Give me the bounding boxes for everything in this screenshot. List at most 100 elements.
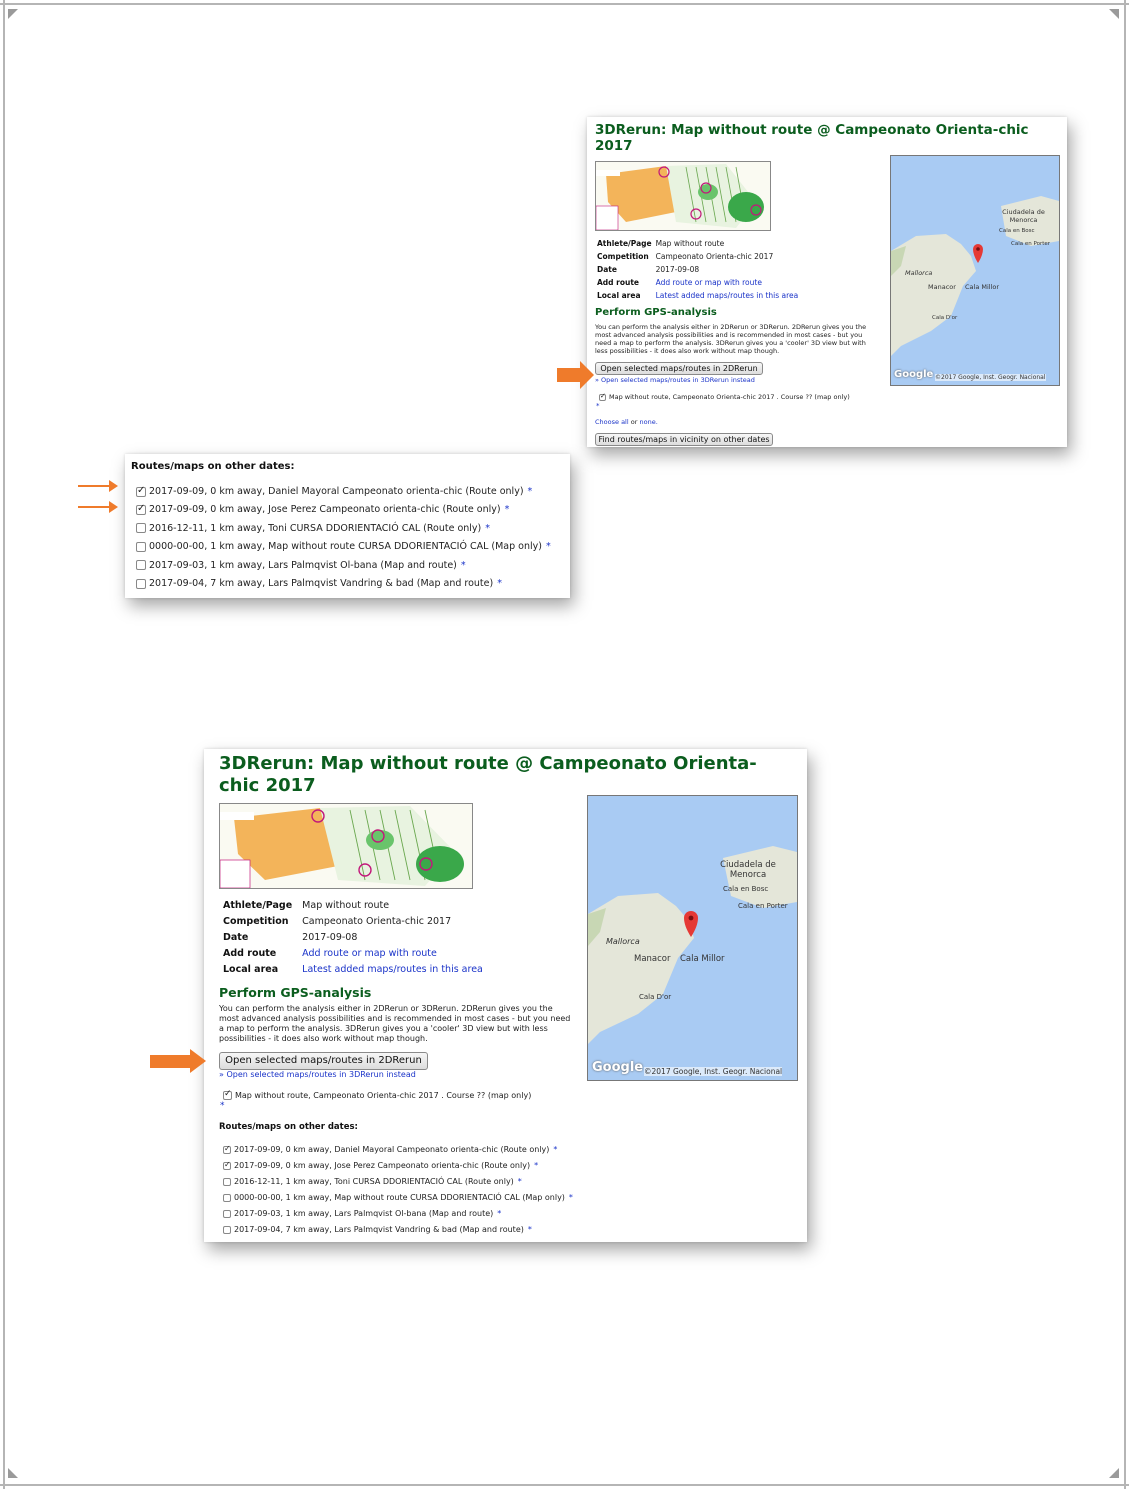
info-value: Add route or map with route xyxy=(656,276,799,289)
choose-none-link[interactable]: none. xyxy=(639,418,657,426)
route-star-link[interactable]: * xyxy=(553,1145,557,1154)
route-item[interactable]: 2016-12-11, 1 km away, Toni CURSA DDORIE… xyxy=(136,523,490,534)
map-checkbox-row-small[interactable]: Map without route, Campeonato Orienta-ch… xyxy=(599,392,850,401)
route-checkbox[interactable] xyxy=(136,503,146,515)
page-title: 3DRerun: Map without route @ Campeonato … xyxy=(595,122,1029,155)
route-item[interactable]: 2017-09-03, 1 km away, Lars Palmqvist Ol… xyxy=(136,560,466,571)
info-value: Add route or map with route xyxy=(302,946,483,962)
route-star-link[interactable]: * xyxy=(497,578,502,589)
route-item[interactable]: 2017-09-09, 0 km away, Jose Perez Campeo… xyxy=(223,1160,538,1170)
bottom-screenshot-panel: 3DRerun: Map without route @ Campeonato … xyxy=(204,749,807,1242)
info-table-small: Athlete/Page Map without route Competition… xyxy=(597,237,798,302)
map-checkbox-label-large: Map without route, Campeonato Orienta-ch… xyxy=(235,1091,532,1100)
route-checkbox[interactable] xyxy=(136,485,146,497)
label-cala-porter: Cala en Porter xyxy=(1011,241,1051,247)
route-star-link[interactable]: * xyxy=(518,1177,522,1186)
choose-all-link[interactable]: Choose all xyxy=(595,418,629,426)
route-label: 2017-09-09, 0 km away, Daniel Mayoral Ca… xyxy=(234,1145,550,1154)
page-title-large: 3DRerun: Map without route @ Campeonato … xyxy=(219,753,757,796)
google-map-large[interactable]: Ciudadela de Menorca Cala en Bosc Cala e… xyxy=(587,795,798,1081)
route-star-link[interactable]: * xyxy=(505,504,510,515)
info-value: Map without route xyxy=(302,900,390,911)
route-checkbox[interactable] xyxy=(223,1177,231,1186)
arrow-route-2 xyxy=(78,501,118,513)
route-label: 0000-00-00, 1 km away, Map without route… xyxy=(234,1193,565,1202)
label-cala-dor: Cala D'or xyxy=(932,315,958,321)
map-checkbox-row-large[interactable]: Map without route, Campeonato Orienta-ch… xyxy=(223,1089,532,1100)
info-row: Local area Latest added maps/routes in th… xyxy=(597,289,798,302)
choose-all-none: Choose all or none. xyxy=(595,418,658,426)
map-checkbox-large[interactable] xyxy=(223,1089,232,1100)
route-checkbox[interactable] xyxy=(223,1225,231,1234)
route-label: 2017-09-03, 1 km away, Lars Palmqvist Ol… xyxy=(149,559,457,571)
info-row: Date 2017-09-08 xyxy=(223,930,483,946)
info-key: Date xyxy=(597,265,617,274)
route-checkbox[interactable] xyxy=(136,523,146,534)
label-mallorca-large: Mallorca xyxy=(606,937,640,946)
corner-mark-br xyxy=(1109,1468,1119,1478)
map-star-link-large[interactable]: * xyxy=(220,1101,225,1111)
route-checkbox[interactable] xyxy=(223,1144,231,1154)
route-star-link[interactable]: * xyxy=(569,1193,573,1202)
info-row: Date 2017-09-08 xyxy=(597,263,798,276)
route-star-link[interactable]: * xyxy=(485,523,490,534)
route-checkbox[interactable] xyxy=(223,1160,231,1170)
label-ciudadela: Ciudadela de Menorca xyxy=(1002,208,1045,224)
route-checkbox[interactable] xyxy=(223,1209,231,1218)
label-cala-bosc-large: Cala en Bosc xyxy=(723,885,769,893)
route-checkbox[interactable] xyxy=(223,1193,231,1202)
open-3drerun-link-small[interactable]: » Open selected maps/routes in 3DRerun i… xyxy=(595,376,755,384)
route-item[interactable]: 2016-12-11, 1 km away, Toni CURSA DDORIE… xyxy=(223,1177,522,1186)
orienteering-map-thumbnail[interactable] xyxy=(595,161,771,231)
info-value: Latest added maps/routes in this area xyxy=(656,289,799,302)
info-key: Competition xyxy=(597,252,649,261)
route-item[interactable]: 2017-09-04, 7 km away, Lars Palmqvist Va… xyxy=(223,1225,532,1234)
route-star-link[interactable]: * xyxy=(528,486,533,497)
route-item[interactable]: 0000-00-00, 1 km away, Map without route… xyxy=(223,1193,573,1202)
info-key: Athlete/Page xyxy=(223,900,293,911)
info-table-large: Athlete/Page Map without route Competition… xyxy=(223,898,483,978)
info-link[interactable]: Latest added maps/routes in this area xyxy=(656,291,799,300)
route-item[interactable]: 0000-00-00, 1 km away, Map without route… xyxy=(136,541,551,552)
route-item[interactable]: 2017-09-09, 0 km away, Daniel Mayoral Ca… xyxy=(136,485,533,497)
info-value: Campeonato Orienta-chic 2017 xyxy=(655,252,774,261)
info-value: Latest added maps/routes in this area xyxy=(302,962,483,978)
route-star-link[interactable]: * xyxy=(461,560,466,571)
open-2drerun-button[interactable]: Open selected maps/routes in 2DRerun xyxy=(219,1052,428,1070)
route-item[interactable]: 2017-09-09, 0 km away, Daniel Mayoral Ca… xyxy=(223,1144,557,1154)
map-checkbox[interactable] xyxy=(599,392,606,401)
info-link[interactable]: Add route or map with route xyxy=(656,278,762,287)
label-ciudadela-large: Ciudadela de Menorca xyxy=(720,860,776,880)
route-item[interactable]: 2017-09-03, 1 km away, Lars Palmqvist Ol… xyxy=(223,1209,501,1218)
find-routes-vicinity-button[interactable]: Find routes/maps in vicinity on other da… xyxy=(595,433,773,446)
route-star-link[interactable]: * xyxy=(497,1209,501,1218)
route-label: 2016-12-11, 1 km away, Toni CURSA DDORIE… xyxy=(149,522,482,534)
info-row: Add route Add route or map with route xyxy=(597,276,798,289)
map-thumbnail-image-large xyxy=(220,804,472,888)
route-checkbox[interactable] xyxy=(136,560,146,571)
route-star-link[interactable]: * xyxy=(528,1225,532,1234)
open-3drerun-link[interactable]: » Open selected maps/routes in 3DRerun i… xyxy=(219,1070,416,1079)
map-star-link[interactable]: * xyxy=(596,402,600,410)
open-2drerun-button-small[interactable]: Open selected maps/routes in 2DRerun xyxy=(595,362,763,375)
label-cala-porter-large: Cala en Porter xyxy=(738,902,788,910)
label-manacor: Manacor xyxy=(928,283,956,291)
google-map-small[interactable]: Ciudadela de Menorca Cala en Bosc Cala e… xyxy=(890,155,1060,386)
info-value: 2017-09-08 xyxy=(302,932,358,943)
info-link[interactable]: Latest added maps/routes in this area xyxy=(302,964,483,975)
route-star-link[interactable]: * xyxy=(534,1161,538,1170)
info-row: Add route Add route or map with route xyxy=(223,946,483,962)
route-checkbox[interactable] xyxy=(136,578,146,589)
route-star-link[interactable]: * xyxy=(546,541,551,552)
orienteering-map-thumbnail-large[interactable] xyxy=(219,803,473,889)
gps-heading-large: Perform GPS-analysis xyxy=(219,985,372,1000)
route-item[interactable]: 2017-09-09, 0 km away, Jose Perez Campeo… xyxy=(136,503,510,515)
route-item[interactable]: 2017-09-04, 7 km away, Lars Palmqvist Va… xyxy=(136,578,502,589)
frame-right xyxy=(1124,0,1126,1489)
info-link[interactable]: Add route or map with route xyxy=(302,948,437,959)
choose-or-text: or xyxy=(630,418,638,426)
corner-mark-tr xyxy=(1109,9,1119,19)
route-label: 2017-09-03, 1 km away, Lars Palmqvist Ol… xyxy=(234,1209,494,1218)
arrow-route-1 xyxy=(78,480,118,492)
route-checkbox[interactable] xyxy=(136,541,146,552)
